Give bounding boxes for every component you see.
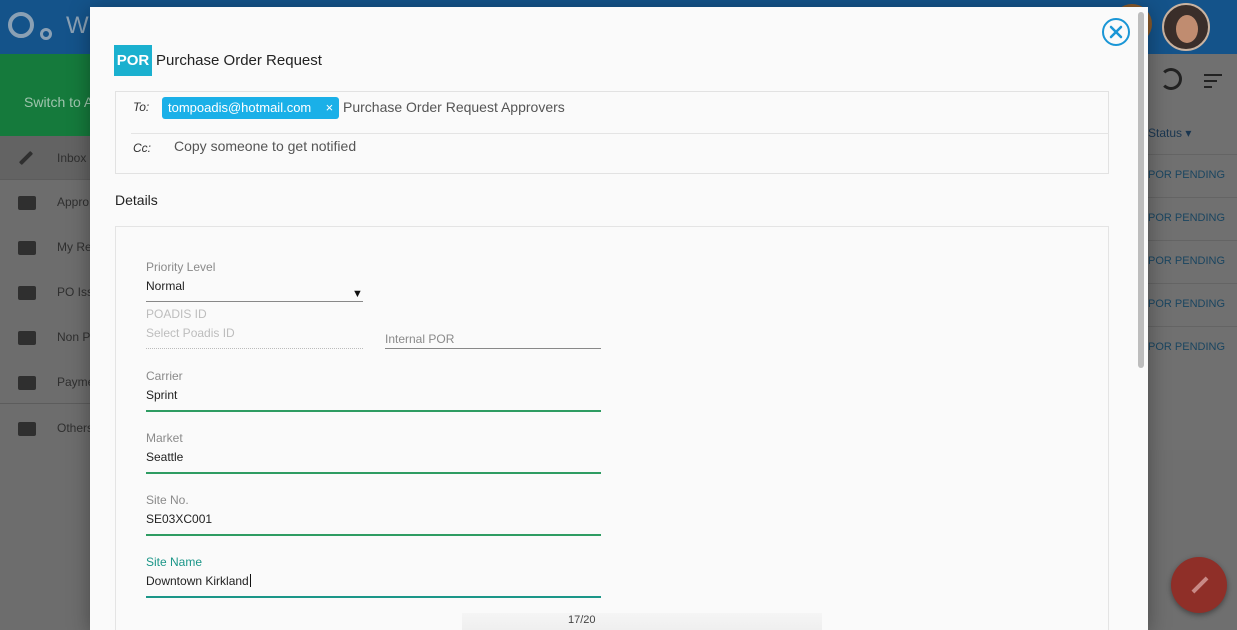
priority-level-underline bbox=[146, 301, 363, 302]
por-badge: POR bbox=[114, 45, 152, 76]
switch-app-bar[interactable]: Switch to A bbox=[0, 54, 94, 136]
list-item[interactable]: POR PENDING bbox=[1146, 240, 1237, 283]
character-counter: 17/20 bbox=[568, 614, 596, 626]
sidebar-item-non-po[interactable]: Non P bbox=[0, 315, 92, 359]
site-no-label: Site No. bbox=[146, 493, 189, 507]
cc-label: Cc: bbox=[133, 141, 151, 155]
details-heading: Details bbox=[115, 192, 158, 208]
recipients-box: To: tompoadis@hotmail.com × Purchase Ord… bbox=[115, 91, 1109, 174]
folder-icon bbox=[18, 241, 36, 255]
sidebar-item-label: Non P bbox=[57, 330, 91, 344]
list-item[interactable]: POR PENDING bbox=[1146, 154, 1237, 197]
status-badge: POR PENDING bbox=[1148, 169, 1226, 181]
sidebar-item-label: Payme bbox=[57, 375, 95, 389]
details-card: Priority Level Normal ▼ POADIS ID Select… bbox=[115, 226, 1109, 630]
footer-shadow bbox=[462, 613, 822, 630]
carrier-underline bbox=[146, 410, 601, 412]
folder-icon bbox=[18, 331, 36, 345]
sort-icon[interactable] bbox=[1204, 74, 1226, 96]
pencil-icon bbox=[1191, 576, 1209, 594]
sidebar: Switch to A Inbox Appro My Re PO Iss Non… bbox=[0, 54, 95, 630]
site-no-underline bbox=[146, 534, 601, 536]
list-item[interactable]: POR PENDING bbox=[1146, 197, 1237, 240]
sidebar-item-my-requests[interactable]: My Re bbox=[0, 225, 92, 269]
status-column-header[interactable]: Status ▾ bbox=[1148, 126, 1191, 140]
recipient-chip[interactable]: tompoadis@hotmail.com × bbox=[162, 97, 340, 119]
folder-icon bbox=[18, 196, 36, 210]
status-badge: POR PENDING bbox=[1148, 255, 1226, 267]
to-label: To: bbox=[133, 100, 150, 114]
recipients-divider bbox=[131, 133, 1109, 134]
sidebar-item-label: Others bbox=[57, 421, 94, 435]
switch-app-label: Switch to A bbox=[24, 94, 94, 110]
close-icon bbox=[1109, 25, 1123, 39]
compose-button[interactable] bbox=[1171, 557, 1227, 613]
sidebar-item-approvals[interactable]: Appro bbox=[0, 180, 92, 224]
priority-level-select[interactable]: Normal bbox=[146, 279, 185, 293]
market-label: Market bbox=[146, 431, 183, 445]
sidebar-item-inbox[interactable]: Inbox bbox=[0, 136, 92, 180]
sidebar-item-others[interactable]: Others bbox=[0, 406, 94, 450]
approver-group: Purchase Order Request Approvers bbox=[343, 99, 565, 115]
sidebar-item-label: Inbox bbox=[57, 151, 87, 165]
site-no-input[interactable]: SE03XC001 bbox=[146, 512, 212, 526]
sidebar-item-label: Appro bbox=[57, 195, 90, 209]
poadis-id-select[interactable]: Select Poadis ID bbox=[146, 326, 235, 340]
request-list-panel: Status ▾ POR PENDING POR PENDING POR PEN… bbox=[1146, 54, 1237, 450]
market-underline bbox=[146, 472, 601, 474]
purchase-order-request-dialog: POR Purchase Order Request To: tompoadis… bbox=[90, 7, 1148, 630]
recipient-chip-label: tompoadis@hotmail.com bbox=[168, 100, 312, 115]
cc-input[interactable] bbox=[174, 138, 774, 154]
status-badge: POR PENDING bbox=[1148, 341, 1226, 353]
refresh-icon[interactable] bbox=[1160, 68, 1182, 90]
user-avatar[interactable] bbox=[1162, 3, 1210, 51]
site-name-label: Site Name bbox=[146, 555, 203, 569]
dropdown-arrow-icon[interactable]: ▼ bbox=[352, 288, 363, 300]
internal-por-field[interactable]: Internal POR bbox=[385, 332, 454, 346]
sidebar-item-payments[interactable]: Payme bbox=[0, 360, 95, 404]
internal-por-underline bbox=[385, 348, 601, 349]
list-item[interactable]: POR PENDING bbox=[1146, 283, 1237, 326]
poadis-id-underline bbox=[146, 348, 363, 349]
sidebar-item-label: My Re bbox=[57, 240, 92, 254]
folder-icon bbox=[18, 422, 36, 436]
site-name-input[interactable]: Downtown Kirkland bbox=[146, 574, 251, 588]
text-cursor bbox=[249, 574, 251, 587]
dialog-scrollbar[interactable] bbox=[1138, 12, 1144, 368]
close-dialog-button[interactable] bbox=[1102, 18, 1130, 46]
priority-level-label: Priority Level bbox=[146, 260, 216, 274]
site-name-value: Downtown Kirkland bbox=[146, 574, 249, 588]
sidebar-item-label: PO Iss bbox=[57, 285, 94, 299]
sidebar-divider bbox=[0, 403, 92, 404]
market-input[interactable]: Seattle bbox=[146, 450, 183, 464]
sidebar-item-po-issued[interactable]: PO Iss bbox=[0, 270, 94, 314]
pencil-icon bbox=[18, 150, 34, 166]
site-name-underline bbox=[146, 596, 601, 598]
status-badge: POR PENDING bbox=[1148, 298, 1226, 310]
remove-recipient-icon[interactable]: × bbox=[326, 97, 334, 119]
status-badge: POR PENDING bbox=[1148, 212, 1226, 224]
carrier-input[interactable]: Sprint bbox=[146, 388, 177, 402]
folder-icon bbox=[18, 286, 36, 300]
dialog-title: Purchase Order Request bbox=[156, 52, 322, 69]
app-logo bbox=[6, 10, 54, 42]
poadis-id-label: POADIS ID bbox=[146, 307, 207, 321]
list-item[interactable]: POR PENDING bbox=[1146, 326, 1237, 369]
folder-icon bbox=[18, 376, 36, 390]
carrier-label: Carrier bbox=[146, 369, 183, 383]
